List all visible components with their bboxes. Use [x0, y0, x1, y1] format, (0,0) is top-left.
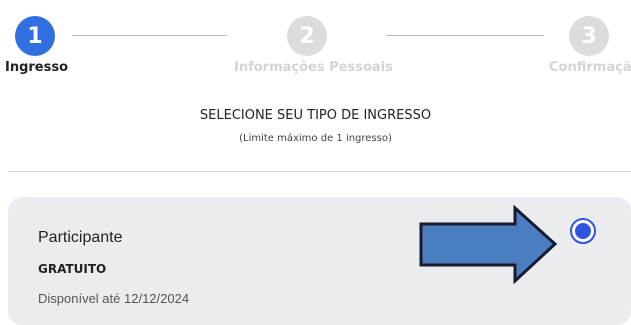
radio-selected-dot — [575, 223, 591, 239]
section-title: SELECIONE SEU TIPO DE INGRESSO — [199, 108, 432, 123]
ticket-radio[interactable] — [570, 218, 596, 244]
section-subtitle: (Limite máximo de 1 ingresso) — [239, 133, 392, 144]
step-1-label: Ingresso — [5, 60, 69, 75]
step-1-circle[interactable]: 1 — [15, 16, 55, 56]
ticket-name: Participante — [38, 229, 123, 246]
step-connector-2 — [386, 35, 544, 36]
step-2-circle[interactable]: 2 — [287, 16, 327, 56]
step-3-circle[interactable]: 3 — [569, 16, 609, 56]
step-connector-1 — [72, 35, 227, 36]
stepper: 1 Ingresso 2 Informações Pessoais 3 Conf… — [0, 0, 631, 80]
divider — [8, 171, 631, 172]
arrow-right-icon — [419, 205, 558, 285]
ticket-availability: Disponível até 12/12/2024 — [38, 291, 190, 306]
ticket-price: GRATUITO — [38, 262, 107, 276]
step-2-label: Informações Pessoais — [234, 60, 393, 75]
step-3-label: Confirmação — [549, 60, 631, 75]
